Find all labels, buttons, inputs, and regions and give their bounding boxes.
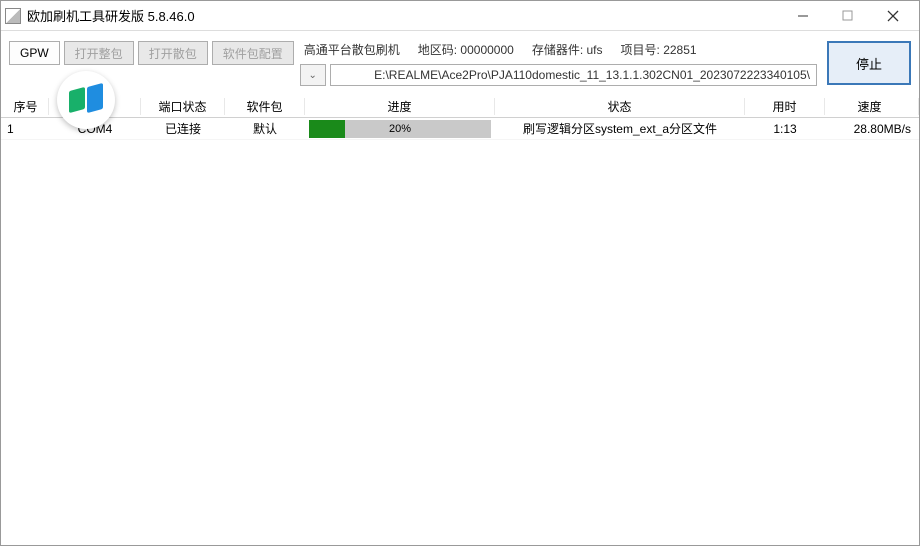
storage-pair: 存储器件: ufs — [532, 41, 603, 58]
col-time: 用时 — [745, 98, 825, 115]
close-button[interactable] — [870, 2, 915, 30]
cell-speed: 28.80MB/s — [825, 122, 919, 136]
region-label: 地区码: — [418, 43, 457, 57]
project-pair: 项目号: 22851 — [621, 41, 697, 58]
region-pair: 地区码: 00000000 — [418, 41, 514, 58]
gpw-button[interactable]: GPW — [9, 41, 60, 65]
window-title: 欧加刷机工具研发版 5.8.46.0 — [27, 6, 780, 25]
path-row: ⌄ E:\REALME\Ace2Pro\PJA110domestic_11_13… — [300, 64, 817, 86]
cell-port-status: 已连接 — [141, 120, 225, 137]
path-text: E:\REALME\Ace2Pro\PJA110domestic_11_13.1… — [374, 68, 810, 82]
project-label: 项目号: — [621, 43, 660, 57]
progress-text: 20% — [389, 123, 411, 135]
window-controls — [780, 2, 915, 30]
device-table: 序号 端口 端口状态 软件包 进度 状态 用时 速度 1COM4已连接默认20%… — [1, 96, 919, 140]
chevron-down-icon: ⌄ — [309, 70, 317, 81]
titlebar: 欧加刷机工具研发版 5.8.46.0 — [1, 1, 919, 31]
table-body: 1COM4已连接默认20%刷写逻辑分区system_ext_a分区文件1:132… — [1, 118, 919, 140]
info-line: 高通平台散包刷机 地区码: 00000000 存储器件: ufs 项目号: 22… — [300, 41, 817, 58]
table-header: 序号 端口 端口状态 软件包 进度 状态 用时 速度 — [1, 96, 919, 118]
storage-value: ufs — [587, 43, 603, 57]
toolbar-buttons: GPW 打开整包 打开散包 软件包配置 — [9, 41, 294, 65]
progress-bar: 20% — [309, 120, 491, 138]
app-icon — [5, 8, 21, 24]
col-progress: 进度 — [305, 98, 495, 115]
open-whole-button[interactable]: 打开整包 — [64, 41, 134, 65]
col-port-status: 端口状态 — [141, 98, 225, 115]
path-dropdown[interactable]: ⌄ — [300, 64, 326, 86]
project-value: 22851 — [663, 43, 696, 57]
col-pkg: 软件包 — [225, 98, 305, 115]
table-row[interactable]: 1COM4已连接默认20%刷写逻辑分区system_ext_a分区文件1:132… — [1, 118, 919, 140]
cell-pkg: 默认 — [225, 120, 305, 137]
cell-time: 1:13 — [745, 122, 825, 136]
platform-label: 高通平台散包刷机 — [304, 41, 400, 58]
logo-icon — [69, 83, 103, 117]
cell-progress: 20% — [305, 120, 495, 138]
toolbar: GPW 打开整包 打开散包 软件包配置 高通平台散包刷机 地区码: 000000… — [1, 31, 919, 90]
pkg-config-button[interactable]: 软件包配置 — [212, 41, 294, 65]
minimize-button[interactable] — [780, 2, 825, 30]
cell-status: 刷写逻辑分区system_ext_a分区文件 — [495, 120, 745, 137]
col-status: 状态 — [495, 98, 745, 115]
minimize-icon — [797, 10, 809, 22]
close-icon — [887, 10, 899, 22]
app-window: 欧加刷机工具研发版 5.8.46.0 GPW 打开整包 打开散包 软件包配置 高… — [0, 0, 920, 546]
maximize-icon — [842, 10, 853, 21]
path-display[interactable]: E:\REALME\Ace2Pro\PJA110domestic_11_13.1… — [330, 64, 817, 86]
col-seq: 序号 — [1, 98, 49, 115]
storage-label: 存储器件: — [532, 43, 583, 57]
info-area: 高通平台散包刷机 地区码: 00000000 存储器件: ufs 项目号: 22… — [300, 41, 817, 86]
maximize-button[interactable] — [825, 2, 870, 30]
cell-seq: 1 — [1, 122, 49, 136]
region-value: 00000000 — [460, 43, 513, 57]
col-speed: 速度 — [825, 98, 919, 115]
open-scatter-button[interactable]: 打开散包 — [138, 41, 208, 65]
logo-badge — [57, 71, 115, 129]
stop-button[interactable]: 停止 — [827, 41, 911, 85]
